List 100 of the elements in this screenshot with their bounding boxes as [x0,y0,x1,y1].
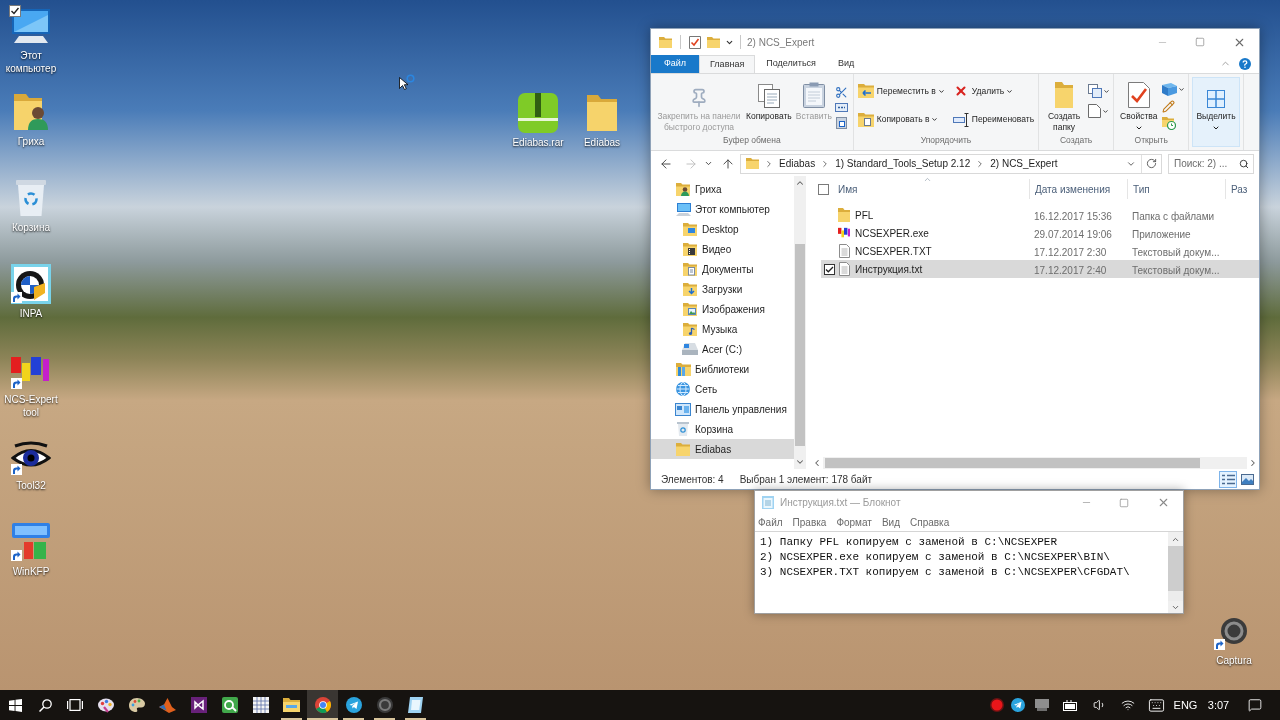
scroll-down-icon[interactable] [795,457,805,467]
nav-item[interactable]: Панель управления [651,399,794,419]
language-indicator[interactable]: ENG [1171,696,1200,714]
nav-item[interactable]: Музыка [651,319,794,339]
column-header[interactable]: Дата изменения [1029,179,1127,199]
keyboard-icon[interactable] [1148,696,1165,714]
dropdown-caret-icon[interactable] [1212,124,1221,132]
scroll-left-icon[interactable] [812,458,822,468]
desktop-icon-label[interactable]: Этот компьютер [0,49,62,75]
ribbon-tab[interactable]: Главная [699,55,756,73]
blank-page-icon[interactable] [1088,104,1102,118]
start-menu-icon[interactable] [8,698,22,712]
menu-item[interactable]: Справка [910,515,950,530]
recent-locations-caret-icon[interactable] [704,159,713,168]
nav-item[interactable]: Документы [651,259,794,279]
nav-item[interactable]: Корзина [651,419,794,439]
battery-plug-icon[interactable] [1062,699,1078,711]
nav-item[interactable]: Видео [651,239,794,259]
search-field[interactable]: Поиск: 2) ... [1168,153,1254,174]
column-header[interactable]: Тип [1127,179,1225,199]
properties-button[interactable]: Свойства [1117,78,1161,132]
scrollbar-track[interactable] [1168,591,1183,601]
peak-surface-icon[interactable] [159,697,176,713]
roundel-icon[interactable] [11,264,51,304]
address-bar[interactable]: Ediabas 1) Standard_Tools_Setup 2.12 2) NCS_Expert [740,153,1162,174]
user-folder-icon[interactable] [14,94,48,130]
back-arrow-icon[interactable] [659,156,673,171]
menu-item[interactable]: Вид [881,515,900,530]
stacked-windows-icon[interactable] [1088,84,1103,98]
select-all-checkbox[interactable] [818,183,829,195]
file-row[interactable]: NCSEXPER.TXT 17.12.2017 2:30 Текстовый докум... [821,242,1259,260]
scrollbar-thumb[interactable] [1168,546,1183,591]
breadcrumb-chevron-icon[interactable] [764,158,774,169]
breadcrumb[interactable]: Ediabas [779,156,816,171]
column-header[interactable]: Раз [1225,179,1259,199]
checkmark-page-icon[interactable] [689,35,701,49]
dropdown-caret-icon[interactable] [1134,124,1143,132]
search-icon[interactable] [1239,158,1249,169]
delete-button[interactable]: Удалить [951,80,1036,102]
checkbox[interactable] [9,5,21,17]
clock[interactable]: 3:07 [1200,696,1237,714]
breadcrumb[interactable]: 1) Standard_Tools_Setup 2.12 [835,156,971,171]
dotted-field-icon[interactable] [835,103,849,112]
nav-item[interactable]: Ediabas [651,439,794,459]
ring-icon[interactable] [1221,618,1247,644]
recycle-bin-icon[interactable] [16,180,46,216]
scroll-up-icon[interactable] [795,178,805,188]
cube-icon[interactable] [1162,83,1178,96]
scroll-right-icon[interactable] [1248,458,1258,468]
computer-icon[interactable] [12,9,50,43]
text-area[interactable]: 1) Папку PFL копируем с заменой в C:\NCSEXPER 2) NCSEXPER.exe копируем с заменой в C:\NCSEXPER\BIN\ 3) NCSEXPER.TXT копируем с заменой в C:\NCSEXPER\CFGDAT\ [755,532,1168,613]
desktop-icon-label[interactable]: INPA [19,307,43,320]
scissors-icon[interactable] [835,86,849,99]
notification-icon[interactable] [1248,698,1262,712]
ribbon-tab[interactable]: Вид [826,55,866,73]
dropdown-caret-icon[interactable] [931,116,939,123]
copy-to-button[interactable]: Копировать в [856,108,946,131]
folder-clock-icon[interactable] [1162,117,1177,130]
screen-icon[interactable] [1034,699,1049,711]
paint-palette-icon[interactable] [97,697,114,713]
row-checkbox[interactable] [824,263,835,275]
help-icon[interactable] [1239,58,1251,70]
record-dot-icon[interactable] [990,698,1004,712]
folder-icon[interactable] [283,698,300,712]
circle-logo-icon[interactable] [314,697,331,713]
menu-item[interactable]: Формат [836,515,872,530]
palette-icon[interactable] [128,697,145,713]
nav-item[interactable]: Этот компьютер [651,199,794,219]
copy-button[interactable]: Копировать [744,78,794,122]
magnifier-tile-icon[interactable] [221,697,238,713]
edit-pencil-icon[interactable] [1162,100,1176,113]
nav-item[interactable]: Сеть [651,379,794,399]
taskbar-button[interactable] [307,690,338,720]
nav-item[interactable]: Acer (C:) [651,339,794,359]
ring-icon[interactable] [376,697,393,713]
menu-item[interactable]: Правка [792,515,827,530]
scrollbar-track[interactable] [823,457,1247,469]
select-button[interactable]: Выделить [1192,77,1240,147]
nav-item[interactable]: Изображения [651,299,794,319]
new-folder-button[interactable]: Создать папку [1042,78,1087,133]
bowtie-tile-icon[interactable] [190,697,207,713]
column-header[interactable]: Имя [835,179,1029,199]
refresh-icon[interactable] [1146,158,1157,169]
menu-item[interactable]: Файл [758,515,783,530]
file-row[interactable]: Инструкция.txt 17.12.2017 2:40 Текстовый докум... [821,260,1259,278]
move-to-button[interactable]: Переместить в [856,80,946,102]
paper-plane-icon[interactable] [345,697,362,713]
ribbon-tab[interactable]: Поделиться [755,55,827,73]
file-row[interactable]: PFL 16.12.2017 15:36 Папка с файлами [821,206,1259,224]
file-tab[interactable]: Файл [651,55,699,73]
archive-icon[interactable] [518,93,558,133]
paper-plane-icon[interactable] [1010,698,1025,712]
notepad-icon[interactable] [408,697,423,713]
file-row[interactable]: NCSEXPER.exe 29.07.2014 19:06 Приложение [821,224,1259,242]
task-view-icon[interactable] [67,699,83,711]
details-view-button[interactable] [1219,470,1237,488]
wifi-icon[interactable] [1121,698,1135,712]
clipboard-square-icon[interactable] [836,116,848,129]
breadcrumb[interactable]: 2) NCS_Expert [990,156,1058,171]
grid-tile-icon[interactable] [252,697,269,713]
